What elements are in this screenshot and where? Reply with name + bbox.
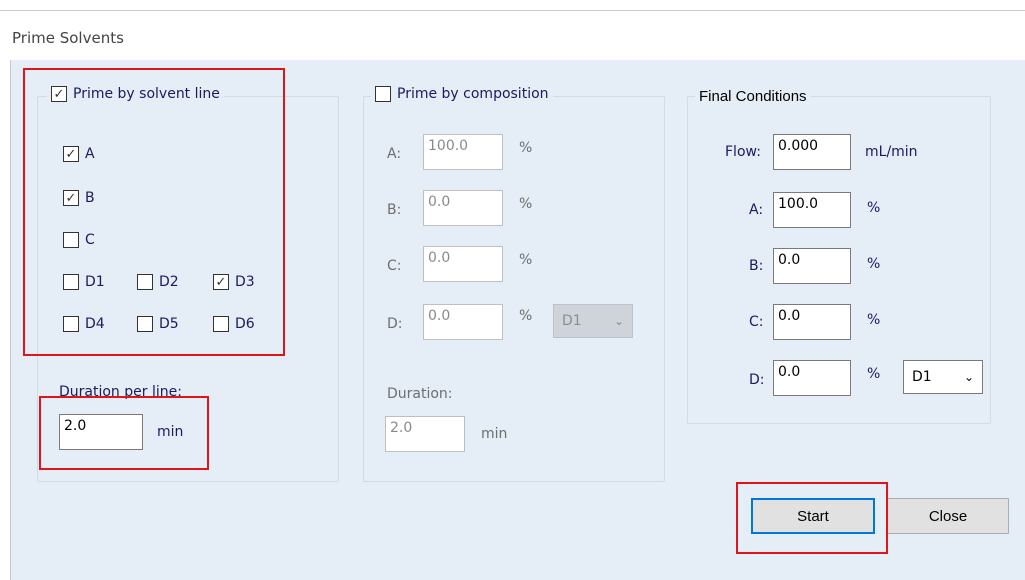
comp-b-unit: % xyxy=(519,196,533,212)
duration-per-line-label: Duration per line: xyxy=(59,384,182,400)
comp-d-line-select[interactable]: D1 ⌄ xyxy=(553,304,633,338)
comp-duration-unit: min xyxy=(481,426,508,442)
final-b-input[interactable]: 0.0 xyxy=(773,248,851,284)
line-b-label: B xyxy=(85,190,95,206)
prime-by-solvent-line-checkbox[interactable] xyxy=(51,86,67,102)
line-d6-label: D6 xyxy=(235,316,255,332)
line-a-box[interactable] xyxy=(63,146,79,162)
line-b-box[interactable] xyxy=(63,190,79,206)
comp-c-input[interactable]: 0.0 xyxy=(423,246,503,282)
close-button[interactable]: Close xyxy=(887,498,1009,534)
final-a-input[interactable]: 100.0 xyxy=(773,192,851,228)
final-a-label: A: xyxy=(749,202,764,218)
final-d-line-select[interactable]: D1 ⌄ xyxy=(903,360,983,394)
final-a-unit: % xyxy=(867,200,881,216)
line-d3-box[interactable] xyxy=(213,274,229,290)
composition-legend[interactable]: Prime by composition xyxy=(371,86,553,102)
final-c-label: C: xyxy=(749,314,764,330)
final-d-unit: % xyxy=(867,366,881,382)
flow-unit: mL/min xyxy=(865,144,918,160)
line-d6-box[interactable] xyxy=(213,316,229,332)
start-button[interactable]: Start xyxy=(751,498,875,534)
line-d3-checkbox[interactable]: D3 xyxy=(213,274,255,290)
line-c-label: C xyxy=(85,232,95,248)
comp-b-input[interactable]: 0.0 xyxy=(423,190,503,226)
dialog-body: Prime by solvent line A B C D1 D2 D3 D xyxy=(10,60,1025,580)
final-d-label: D: xyxy=(749,372,765,388)
final-conditions-title: Final Conditions xyxy=(699,88,807,105)
window-title: Prime Solvents xyxy=(12,29,124,47)
line-d4-label: D4 xyxy=(85,316,105,332)
line-d2-label: D2 xyxy=(159,274,179,290)
duration-per-line-unit: min xyxy=(157,424,184,440)
final-conditions-legend: Final Conditions xyxy=(695,88,811,105)
final-d-line-value: D1 xyxy=(912,369,932,385)
line-d6-checkbox[interactable]: D6 xyxy=(213,316,255,332)
comp-duration-label: Duration: xyxy=(387,386,453,402)
line-d5-label: D5 xyxy=(159,316,179,332)
chevron-down-icon: ⌄ xyxy=(963,370,974,384)
line-d2-checkbox[interactable]: D2 xyxy=(137,274,179,290)
final-c-input[interactable]: 0.0 xyxy=(773,304,851,340)
line-d4-box[interactable] xyxy=(63,316,79,332)
comp-a-input[interactable]: 100.0 xyxy=(423,134,503,170)
line-a-checkbox[interactable]: A xyxy=(63,146,95,162)
solvent-line-legend[interactable]: Prime by solvent line xyxy=(47,86,224,102)
comp-a-label: A: xyxy=(387,146,402,162)
duration-per-line-input[interactable]: 2.0 xyxy=(59,414,143,450)
comp-c-label: C: xyxy=(387,258,402,274)
prime-by-composition-checkbox[interactable] xyxy=(375,86,391,102)
comp-d-line-value: D1 xyxy=(562,313,582,329)
comp-duration-input[interactable]: 2.0 xyxy=(385,416,465,452)
comp-b-label: B: xyxy=(387,202,402,218)
final-d-input[interactable]: 0.0 xyxy=(773,360,851,396)
line-c-box[interactable] xyxy=(63,232,79,248)
line-c-checkbox[interactable]: C xyxy=(63,232,95,248)
comp-d-unit: % xyxy=(519,308,533,324)
comp-d-input[interactable]: 0.0 xyxy=(423,304,503,340)
final-b-unit: % xyxy=(867,256,881,272)
prime-solvents-dialog: Prime Solvents Prime by solvent line A B… xyxy=(0,0,1025,580)
final-b-label: B: xyxy=(749,258,764,274)
line-d2-box[interactable] xyxy=(137,274,153,290)
comp-c-unit: % xyxy=(519,252,533,268)
prime-by-solvent-line-label: Prime by solvent line xyxy=(73,86,220,102)
left-edge xyxy=(0,70,10,580)
final-c-unit: % xyxy=(867,312,881,328)
prime-by-composition-label: Prime by composition xyxy=(397,86,549,102)
title-bar: Prime Solvents xyxy=(0,10,1025,61)
flow-input[interactable]: 0.000 xyxy=(773,134,851,170)
line-a-label: A xyxy=(85,146,95,162)
comp-d-label: D: xyxy=(387,316,403,332)
line-d1-box[interactable] xyxy=(63,274,79,290)
line-d4-checkbox[interactable]: D4 xyxy=(63,316,105,332)
line-d1-checkbox[interactable]: D1 xyxy=(63,274,105,290)
flow-label: Flow: xyxy=(725,144,761,160)
comp-a-unit: % xyxy=(519,140,533,156)
line-d5-box[interactable] xyxy=(137,316,153,332)
line-b-checkbox[interactable]: B xyxy=(63,190,95,206)
line-d1-label: D1 xyxy=(85,274,105,290)
line-d3-label: D3 xyxy=(235,274,255,290)
line-d5-checkbox[interactable]: D5 xyxy=(137,316,179,332)
chevron-down-icon: ⌄ xyxy=(613,314,624,328)
